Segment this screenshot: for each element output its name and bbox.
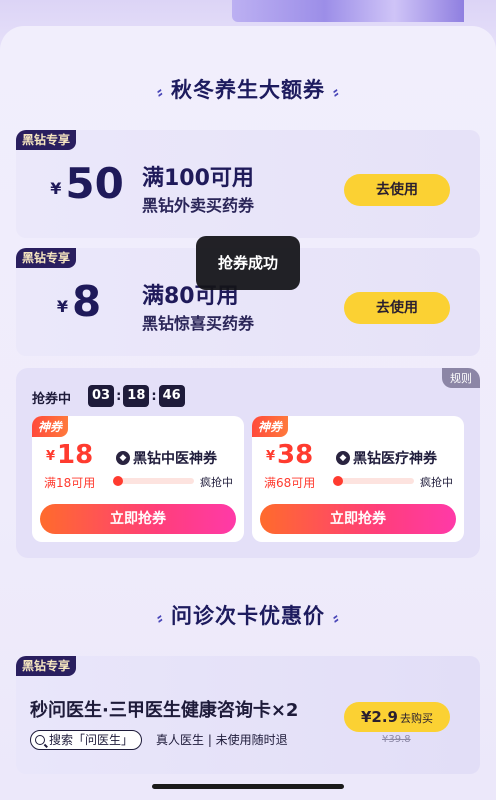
use-coupon-button[interactable]: 去使用	[344, 174, 450, 206]
buy-button[interactable]: ¥2.9 去购买	[344, 702, 450, 732]
home-indicator[interactable]	[152, 784, 344, 789]
flash-coupon-card: 神券 ¥38 满68可用 ◆ 黑钻医疗神券 疯抢中 立即抢券	[252, 416, 464, 542]
brand-logo-icon: ◆	[116, 451, 130, 465]
coupon-amount: ¥50	[50, 159, 124, 208]
grab-status: 疯抢中	[200, 476, 233, 489]
consult-card-subtitle: 真人医生 | 未使用随时退	[156, 733, 288, 747]
timer-minutes: 18	[123, 385, 150, 407]
flash-sale-panel: 规则 抢券中 03 : 18 : 46 神券 ¥18 满18可用 ◆ 黑钻中医神券…	[16, 368, 480, 558]
flash-coupon-condition: 满68可用	[264, 476, 316, 490]
title-decoration-right-icon: ⸗	[330, 81, 342, 102]
coupon-condition: 满100可用	[142, 166, 254, 191]
timer-hours: 03	[88, 385, 115, 407]
flash-status-label: 抢券中	[32, 392, 72, 407]
coupon-card: 黑钻专享 ¥50 满100可用 黑钻外卖买药券 去使用	[16, 130, 480, 238]
banner-decoration	[232, 0, 464, 22]
section-title-autumn: ⸗ 秋冬养生大额券 ⸗	[154, 78, 342, 102]
progress-dot	[113, 476, 123, 486]
coupon-description: 黑钻惊喜买药券	[142, 314, 255, 333]
super-coupon-tag: 神券	[252, 416, 289, 437]
timer-seconds: 46	[158, 385, 185, 407]
flash-coupon-condition: 满18可用	[44, 476, 96, 490]
title-decoration-right-icon: ⸗	[330, 607, 342, 628]
search-chip[interactable]: 搜索「问医生」	[30, 730, 143, 750]
rules-link[interactable]: 规则	[442, 368, 480, 388]
progress-dot	[333, 476, 343, 486]
grab-coupon-button[interactable]: 立即抢券	[40, 504, 236, 534]
title-decoration-left-icon: ⸗	[154, 607, 166, 628]
coupon-description: 黑钻外卖买药券	[142, 196, 255, 215]
grab-coupon-button[interactable]: 立即抢券	[260, 504, 456, 534]
flash-coupon-card: 神券 ¥18 满18可用 ◆ 黑钻中医神券 疯抢中 立即抢券	[32, 416, 244, 542]
use-coupon-button[interactable]: 去使用	[344, 292, 450, 324]
success-toast: 抢券成功	[196, 236, 300, 290]
grab-status: 疯抢中	[420, 476, 453, 489]
black-diamond-badge: 黑钻专享	[16, 248, 77, 268]
super-coupon-tag: 神券	[32, 416, 69, 437]
search-icon	[35, 735, 45, 745]
black-diamond-badge: 黑钻专享	[16, 656, 77, 676]
original-price: ¥39.8	[382, 734, 411, 745]
title-decoration-left-icon: ⸗	[154, 81, 166, 102]
brand-logo-icon: ◆	[336, 451, 350, 465]
black-diamond-badge: 黑钻专享	[16, 130, 77, 150]
flash-coupon-amount: ¥18	[46, 440, 94, 470]
grab-progress-bar	[113, 476, 194, 486]
section-title-consult-card: ⸗ 问诊次卡优惠价 ⸗	[154, 604, 342, 628]
countdown-timer: 03 : 18 : 46	[88, 385, 185, 407]
flash-coupon-name: ◆ 黑钻中医神券	[116, 448, 217, 468]
coupon-amount: ¥8	[56, 277, 102, 326]
consult-card-title: 秒问医生·三甲医生健康咨询卡×2	[30, 700, 299, 721]
flash-coupon-amount: ¥38	[266, 440, 314, 470]
consult-card[interactable]: 黑钻专享 秒问医生·三甲医生健康咨询卡×2 搜索「问医生」 真人医生 | 未使用…	[16, 656, 480, 774]
grab-progress-bar	[333, 476, 414, 486]
flash-coupon-name: ◆ 黑钻医疗神券	[336, 448, 437, 468]
